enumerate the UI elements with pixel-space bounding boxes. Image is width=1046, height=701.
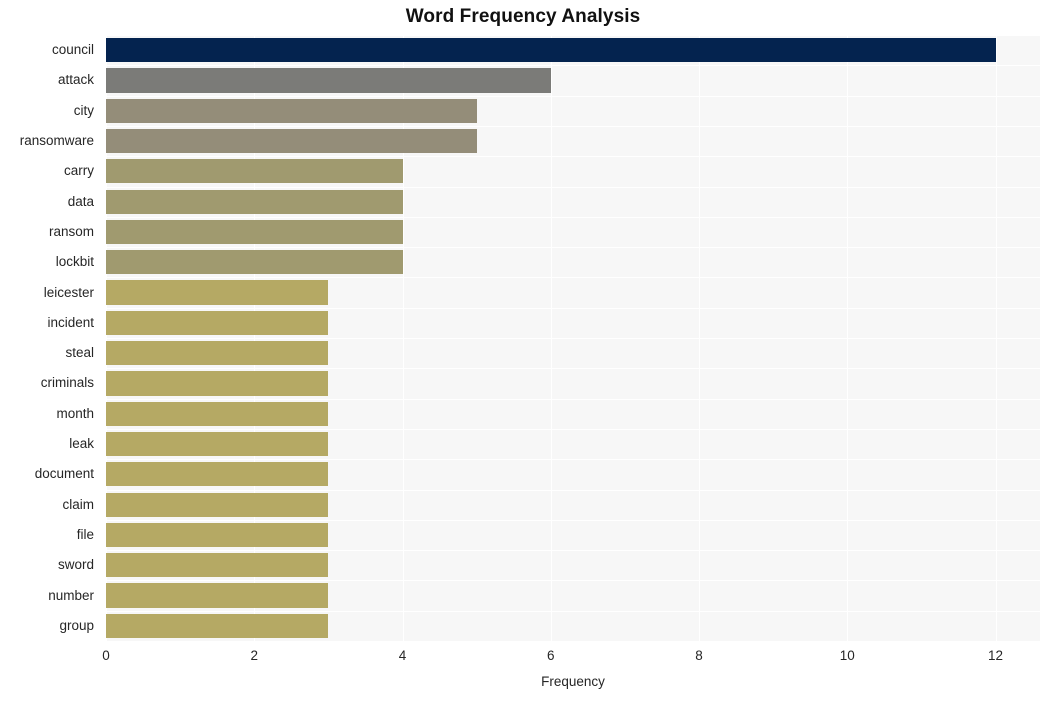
x-axis-title: Frequency (541, 674, 605, 689)
bar (106, 583, 329, 608)
y-tick-label-carry: carry (64, 163, 94, 179)
x-tick-label-12: 12 (988, 648, 1004, 663)
y-tick-label-claim: claim (62, 496, 94, 512)
word-frequency-chart: Word Frequency Analysis council attack cit… (0, 0, 1046, 701)
y-tick-label-ransomware: ransomware (19, 133, 94, 149)
x-axis-tick-labels: 0 2 4 6 8 10 12 (0, 648, 1046, 670)
y-tick-label-ransom: ransom (48, 223, 94, 239)
y-tick-label-council: council (51, 42, 94, 58)
bar (106, 280, 329, 305)
x-tick-label-10: 10 (839, 648, 855, 663)
bar (106, 553, 329, 578)
bar (106, 401, 329, 426)
y-tick-label-sword: sword (57, 557, 94, 573)
bar (106, 38, 996, 63)
y-tick-label-incident: incident (47, 314, 94, 330)
bar (106, 431, 329, 457)
gridline-horizontal-20 (106, 641, 1040, 642)
y-tick-label-group: group (59, 617, 94, 633)
y-tick-label-criminals: criminals (40, 375, 94, 391)
bar (106, 341, 329, 366)
bar (106, 462, 329, 487)
bar (106, 492, 329, 517)
x-tick-label-0: 0 (102, 648, 110, 663)
bar (106, 250, 403, 275)
y-tick-label-month: month (56, 405, 94, 421)
x-tick-label-6: 6 (546, 648, 555, 663)
bar (106, 371, 329, 396)
bar (106, 159, 403, 184)
x-tick-label-8: 8 (695, 648, 703, 663)
y-tick-label-data: data (67, 193, 94, 209)
bar (106, 522, 329, 548)
x-tick-label-2: 2 (250, 648, 258, 663)
y-tick-label-leicester: leicester (43, 284, 94, 300)
plot-area (106, 35, 1040, 642)
y-tick-label-leak: leak (69, 436, 94, 452)
bar (106, 128, 477, 154)
bar (106, 613, 329, 638)
bar (106, 68, 551, 93)
bars-layer (106, 35, 1040, 641)
bar (106, 310, 329, 335)
bar (106, 98, 477, 123)
y-axis-tick-labels: council attack city ransomware carry data rans… (0, 35, 100, 641)
y-tick-label-file: file (76, 526, 94, 542)
y-tick-label-steal: steal (65, 345, 94, 361)
bar (106, 189, 403, 214)
x-tick-label-4: 4 (398, 648, 407, 663)
y-tick-label-number: number (48, 587, 94, 603)
y-tick-label-lockbit: lockbit (55, 254, 94, 270)
bar (106, 219, 403, 245)
chart-title: Word Frequency Analysis (405, 6, 641, 27)
y-tick-label-document: document (34, 466, 94, 482)
y-tick-label-city: city (73, 102, 94, 118)
y-tick-label-attack: attack (57, 72, 94, 88)
